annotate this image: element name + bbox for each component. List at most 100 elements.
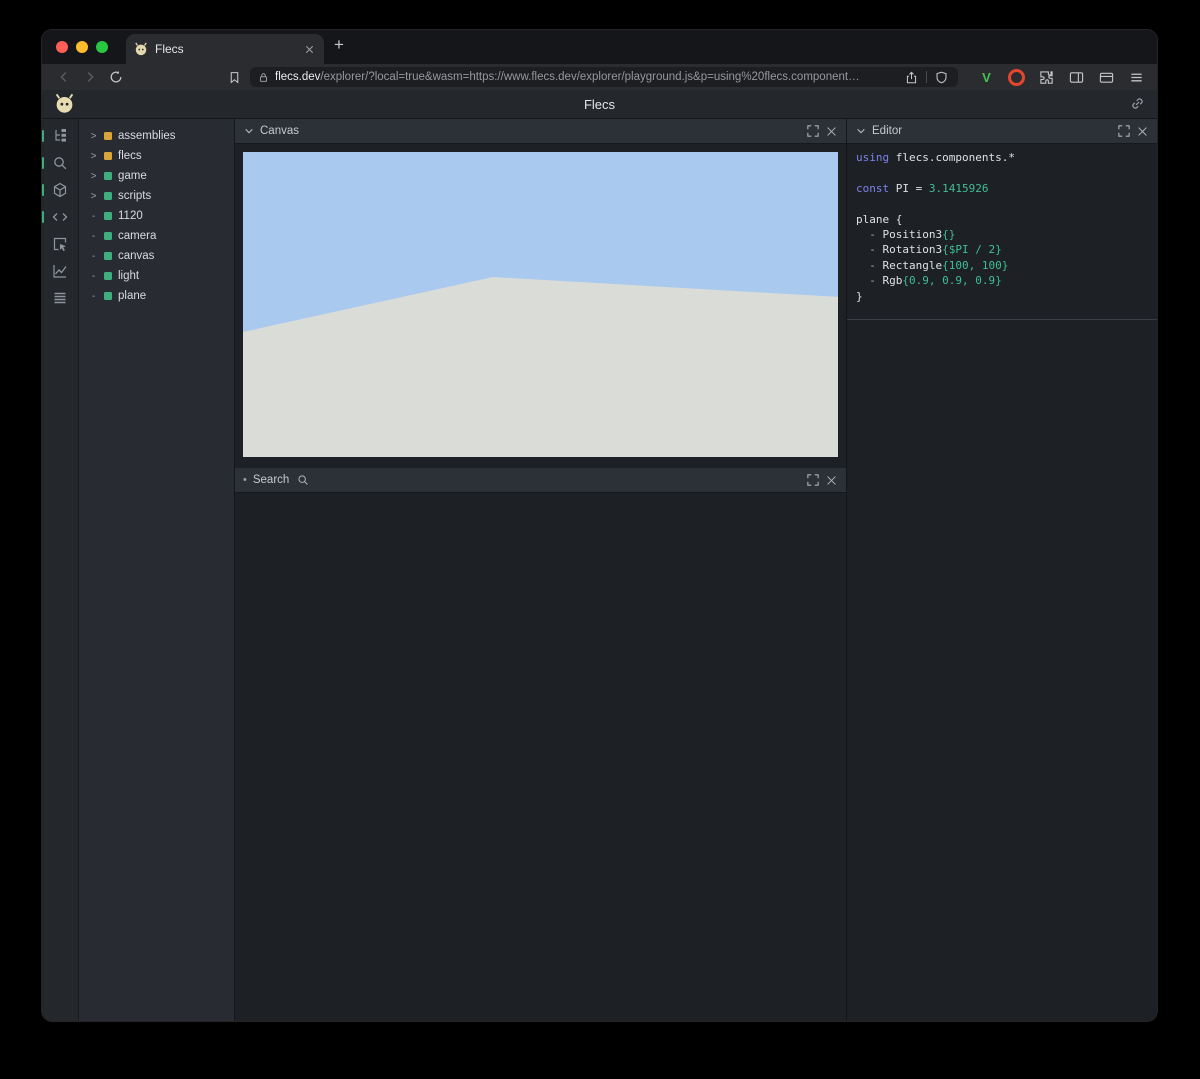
editor-code[interactable]: using flecs.components.* const PI = 3.14… <box>847 144 1157 320</box>
entity-tree-icon[interactable] <box>52 128 68 144</box>
entity-kind-swatch <box>104 152 112 160</box>
entity-kind-swatch <box>104 212 112 220</box>
chevron-right-icon[interactable]: > <box>89 151 98 162</box>
tree-item-game[interactable]: > game <box>79 166 234 186</box>
share-link-icon[interactable] <box>1130 96 1145 111</box>
window-close-button[interactable] <box>56 41 68 53</box>
sidebar-toggle-icon[interactable] <box>1068 69 1085 86</box>
tree-item-label: flecs <box>118 150 142 162</box>
code-line <box>856 196 1148 211</box>
forward-icon[interactable] <box>80 67 100 87</box>
url-text: flecs.dev/explorer/?local=true&wasm=http… <box>275 71 897 83</box>
center-column: Canvas • Search <box>235 119 846 1021</box>
rows-icon[interactable] <box>52 290 68 306</box>
address-bar[interactable]: flecs.dev/explorer/?local=true&wasm=http… <box>250 67 958 87</box>
tree-item-label: canvas <box>118 250 154 262</box>
rail-active-indicator <box>42 157 44 169</box>
menu-icon[interactable] <box>1128 69 1145 86</box>
code-line: using flecs.components.* <box>856 150 1148 165</box>
tree-item-1120[interactable]: - 1120 <box>79 206 234 226</box>
close-icon[interactable] <box>825 125 838 138</box>
entity-kind-swatch <box>104 132 112 140</box>
content-empty-area <box>235 493 846 1021</box>
tree-item-label: plane <box>118 290 146 302</box>
tree-item-scripts[interactable]: >scripts <box>79 186 234 206</box>
chevron-down-icon[interactable] <box>855 126 866 137</box>
lock-icon[interactable] <box>258 72 269 83</box>
chevron-right-icon[interactable]: > <box>89 131 98 142</box>
expand-icon[interactable] <box>1117 125 1130 138</box>
browser-tab[interactable]: Flecs <box>126 34 324 64</box>
editor-panel: Editor using flecs.components.* const PI… <box>846 119 1157 1021</box>
record-icon[interactable] <box>1008 69 1025 86</box>
search-panel-header[interactable]: • Search <box>235 468 846 493</box>
tree-item-camera[interactable]: -camera <box>79 226 234 246</box>
tree-item-assemblies[interactable]: >assemblies <box>79 126 234 146</box>
cube-icon[interactable] <box>52 182 68 198</box>
page-title: Flecs <box>584 97 615 112</box>
back-icon[interactable] <box>54 67 74 87</box>
search-panel-label: Search <box>253 474 289 486</box>
tab-close-icon[interactable] <box>302 42 316 56</box>
leaf-dash-icon: - <box>89 211 98 222</box>
code-line: - Rgb{0.9, 0.9, 0.9} <box>856 273 1148 288</box>
chart-icon[interactable] <box>52 263 68 279</box>
tree-item-label: 1120 <box>118 210 143 222</box>
expand-icon[interactable] <box>806 125 819 138</box>
entity-kind-swatch <box>104 252 112 260</box>
code-icon[interactable] <box>52 209 68 225</box>
reload-icon[interactable] <box>106 67 126 87</box>
window-zoom-button[interactable] <box>96 41 108 53</box>
share-icon[interactable] <box>903 69 920 86</box>
window-minimize-button[interactable] <box>76 41 88 53</box>
extensions-puzzle-icon[interactable] <box>1038 69 1055 86</box>
canvas-panel-title: Canvas <box>260 125 299 137</box>
tree-item-flecs[interactable]: > flecs <box>79 146 234 166</box>
browser-window: Flecs + flecs.dev/explorer/?local=true&w… <box>42 30 1157 1021</box>
tree-item-plane[interactable]: - plane <box>79 286 234 306</box>
tree-item-light[interactable]: - light <box>79 266 234 286</box>
chevron-right-icon[interactable]: > <box>89 191 98 202</box>
leaf-dash-icon: - <box>89 251 98 262</box>
close-icon[interactable] <box>825 474 838 487</box>
flecs-logo <box>54 93 75 114</box>
search-icon[interactable] <box>52 155 68 171</box>
tree-item-label: game <box>118 170 147 182</box>
bookmark-icon[interactable] <box>224 67 244 87</box>
app-body: >assemblies>flecs>game>scripts-1120-came… <box>42 119 1157 1021</box>
tree-item-canvas[interactable]: - canvas <box>79 246 234 266</box>
code-line: plane { <box>856 212 1148 227</box>
tab-strip: Flecs + <box>42 30 1157 64</box>
close-icon[interactable] <box>1136 125 1149 138</box>
entity-kind-swatch <box>104 172 112 180</box>
leaf-dash-icon: - <box>89 291 98 302</box>
icon-rail <box>42 119 79 1021</box>
chevron-right-icon[interactable]: > <box>89 171 98 182</box>
wallet-icon[interactable] <box>1098 69 1115 86</box>
shield-icon[interactable] <box>933 69 950 86</box>
editor-panel-title: Editor <box>872 125 902 137</box>
code-line <box>856 165 1148 180</box>
entity-kind-swatch <box>104 192 112 200</box>
editor-panel-header: Editor <box>847 119 1157 144</box>
browser-toolbar: flecs.dev/explorer/?local=true&wasm=http… <box>42 64 1157 90</box>
expand-icon[interactable] <box>806 474 819 487</box>
chevron-down-icon[interactable] <box>243 126 254 137</box>
new-tab-button[interactable]: + <box>334 36 344 53</box>
canvas-3d-viewport[interactable] <box>243 152 838 457</box>
entity-tree: >assemblies>flecs>game>scripts-1120-came… <box>79 119 235 1021</box>
search-status-dot: • <box>243 474 247 486</box>
extension-v-icon[interactable]: V <box>978 69 995 86</box>
editor-empty-area <box>847 320 1157 1021</box>
inspect-icon[interactable] <box>52 236 68 252</box>
tab-title: Flecs <box>155 42 295 56</box>
tree-item-label: light <box>118 270 139 282</box>
app-header: Flecs <box>42 90 1157 119</box>
leaf-dash-icon: - <box>89 231 98 242</box>
code-line: - Position3{} <box>856 227 1148 242</box>
entity-kind-swatch <box>104 272 112 280</box>
urlbar-divider <box>926 71 927 83</box>
rail-active-indicator <box>42 184 44 196</box>
leaf-dash-icon: - <box>89 271 98 282</box>
search-magnifier-icon <box>297 474 309 486</box>
